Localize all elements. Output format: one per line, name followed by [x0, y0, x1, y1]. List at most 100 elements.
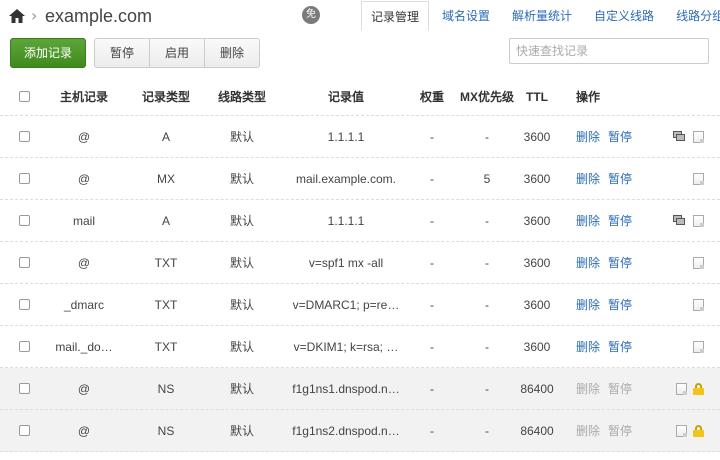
header-ttl: TTL	[526, 89, 548, 104]
line-cell[interactable]: 默认	[206, 326, 278, 367]
header-mx: MX优先级	[459, 90, 514, 104]
type-cell[interactable]: TXT	[131, 326, 201, 367]
note-icon[interactable]	[693, 172, 704, 185]
row-delete-link[interactable]: 删除	[576, 254, 600, 271]
host-cell[interactable]: @	[45, 158, 123, 199]
ttl-cell[interactable]: 3600	[517, 116, 557, 157]
type-cell[interactable]: MX	[131, 158, 201, 199]
value-cell[interactable]: 1.1.1.1	[282, 200, 410, 241]
host-cell[interactable]: @	[45, 242, 123, 283]
row-delete-link[interactable]: 删除	[576, 296, 600, 313]
mx-cell[interactable]: -	[458, 242, 516, 283]
row-checkbox[interactable]	[18, 131, 30, 142]
header-line[interactable]: 线路类型	[206, 78, 278, 115]
note-icon[interactable]	[693, 130, 704, 143]
line-cell[interactable]: 默认	[206, 158, 278, 199]
type-cell[interactable]: NS	[131, 368, 201, 409]
row-pause-link[interactable]: 暂停	[608, 128, 632, 145]
line-cell[interactable]: 默认	[206, 410, 278, 451]
value-cell[interactable]: v=spf1 mx -all	[282, 242, 410, 283]
type-cell[interactable]: A	[131, 200, 201, 241]
load-balance-icon[interactable]	[673, 214, 687, 227]
host-cell[interactable]: _dmarc	[45, 284, 123, 325]
row-checkbox[interactable]	[18, 257, 30, 268]
row-pause-link[interactable]: 暂停	[608, 212, 632, 229]
value-cell[interactable]: f1g1ns2.dnspod.n…	[282, 410, 410, 451]
host-cell[interactable]: @	[45, 368, 123, 409]
row-pause-link[interactable]: 暂停	[608, 170, 632, 187]
row-delete-link[interactable]: 删除	[576, 212, 600, 229]
tab-domain-settings[interactable]: 域名设置	[433, 1, 499, 31]
type-cell[interactable]: A	[131, 116, 201, 157]
ttl-cell[interactable]: 3600	[517, 242, 557, 283]
note-icon[interactable]	[693, 298, 704, 311]
row-checkbox[interactable]	[18, 215, 30, 226]
load-balance-icon[interactable]	[673, 130, 687, 143]
note-icon[interactable]	[676, 424, 687, 437]
row-delete-link[interactable]: 删除	[576, 338, 600, 355]
tab-records[interactable]: 记录管理	[361, 1, 430, 31]
ttl-cell[interactable]: 3600	[517, 200, 557, 241]
header-type[interactable]: 记录类型	[131, 78, 201, 115]
tab-custom-lines[interactable]: 自定义线路	[585, 1, 663, 31]
row-pause-link[interactable]: 暂停	[608, 338, 632, 355]
line-cell[interactable]: 默认	[206, 284, 278, 325]
host-cell[interactable]: @	[45, 116, 123, 157]
note-icon[interactable]	[693, 256, 704, 269]
ttl-cell[interactable]: 3600	[517, 158, 557, 199]
enable-button[interactable]: 启用	[150, 39, 206, 67]
mx-cell[interactable]: -	[458, 116, 516, 157]
type-cell[interactable]: TXT	[131, 284, 201, 325]
row-checkbox[interactable]	[18, 341, 30, 352]
mx-cell[interactable]: -	[458, 410, 516, 451]
value-cell[interactable]: v=DMARC1; p=re…	[282, 284, 410, 325]
row-pause-link: 暂停	[608, 382, 633, 396]
note-icon[interactable]	[693, 340, 704, 353]
row-delete-link[interactable]: 删除	[576, 128, 600, 145]
select-all-checkbox[interactable]	[18, 91, 30, 102]
row-checkbox[interactable]	[18, 299, 30, 310]
value-cell[interactable]: f1g1ns1.dnspod.n…	[282, 368, 410, 409]
mx-cell[interactable]: -	[458, 284, 516, 325]
line-cell[interactable]: 默认	[206, 242, 278, 283]
row-pause-link[interactable]: 暂停	[608, 296, 632, 313]
type-cell[interactable]: TXT	[131, 242, 201, 283]
row-icons	[664, 158, 710, 199]
note-icon[interactable]	[693, 214, 704, 227]
value-cell[interactable]: 1.1.1.1	[282, 116, 410, 157]
line-cell[interactable]: 默认	[206, 368, 278, 409]
tab-statistics[interactable]: 解析量统计	[503, 1, 581, 31]
host-cell[interactable]: mail	[45, 200, 123, 241]
ttl-cell[interactable]: 86400	[517, 410, 557, 451]
header-value[interactable]: 记录值	[282, 78, 410, 115]
pause-button[interactable]: 暂停	[95, 39, 151, 67]
header-host[interactable]: 主机记录	[45, 78, 123, 115]
row-icons	[664, 368, 710, 409]
type-cell[interactable]: NS	[131, 410, 201, 451]
weight-cell: -	[430, 339, 434, 354]
tab-line-groups[interactable]: 线路分组	[667, 1, 720, 31]
line-cell[interactable]: 默认	[206, 200, 278, 241]
ttl-cell[interactable]: 3600	[517, 326, 557, 367]
mx-cell[interactable]: -	[458, 368, 516, 409]
mx-cell[interactable]: -	[458, 326, 516, 367]
line-cell[interactable]: 默认	[206, 116, 278, 157]
ttl-cell[interactable]: 86400	[517, 368, 557, 409]
add-record-button[interactable]: 添加记录	[10, 38, 86, 68]
value-cell[interactable]: mail.example.com.	[282, 158, 410, 199]
value-cell[interactable]: v=DKIM1; k=rsa; …	[282, 326, 410, 367]
mx-cell[interactable]: -	[458, 200, 516, 241]
home-icon[interactable]	[8, 7, 26, 25]
mx-cell[interactable]: 5	[458, 158, 516, 199]
ttl-cell[interactable]: 3600	[517, 284, 557, 325]
host-cell[interactable]: @	[45, 410, 123, 451]
row-checkbox[interactable]	[18, 173, 30, 184]
host-cell[interactable]: mail._do…	[45, 326, 123, 367]
row-delete-link[interactable]: 删除	[576, 170, 600, 187]
note-icon[interactable]	[676, 382, 687, 395]
row-checkbox[interactable]	[18, 425, 30, 436]
search-input[interactable]	[509, 38, 709, 64]
delete-button[interactable]: 删除	[205, 39, 259, 67]
row-checkbox[interactable]	[18, 383, 30, 394]
row-pause-link[interactable]: 暂停	[608, 254, 632, 271]
